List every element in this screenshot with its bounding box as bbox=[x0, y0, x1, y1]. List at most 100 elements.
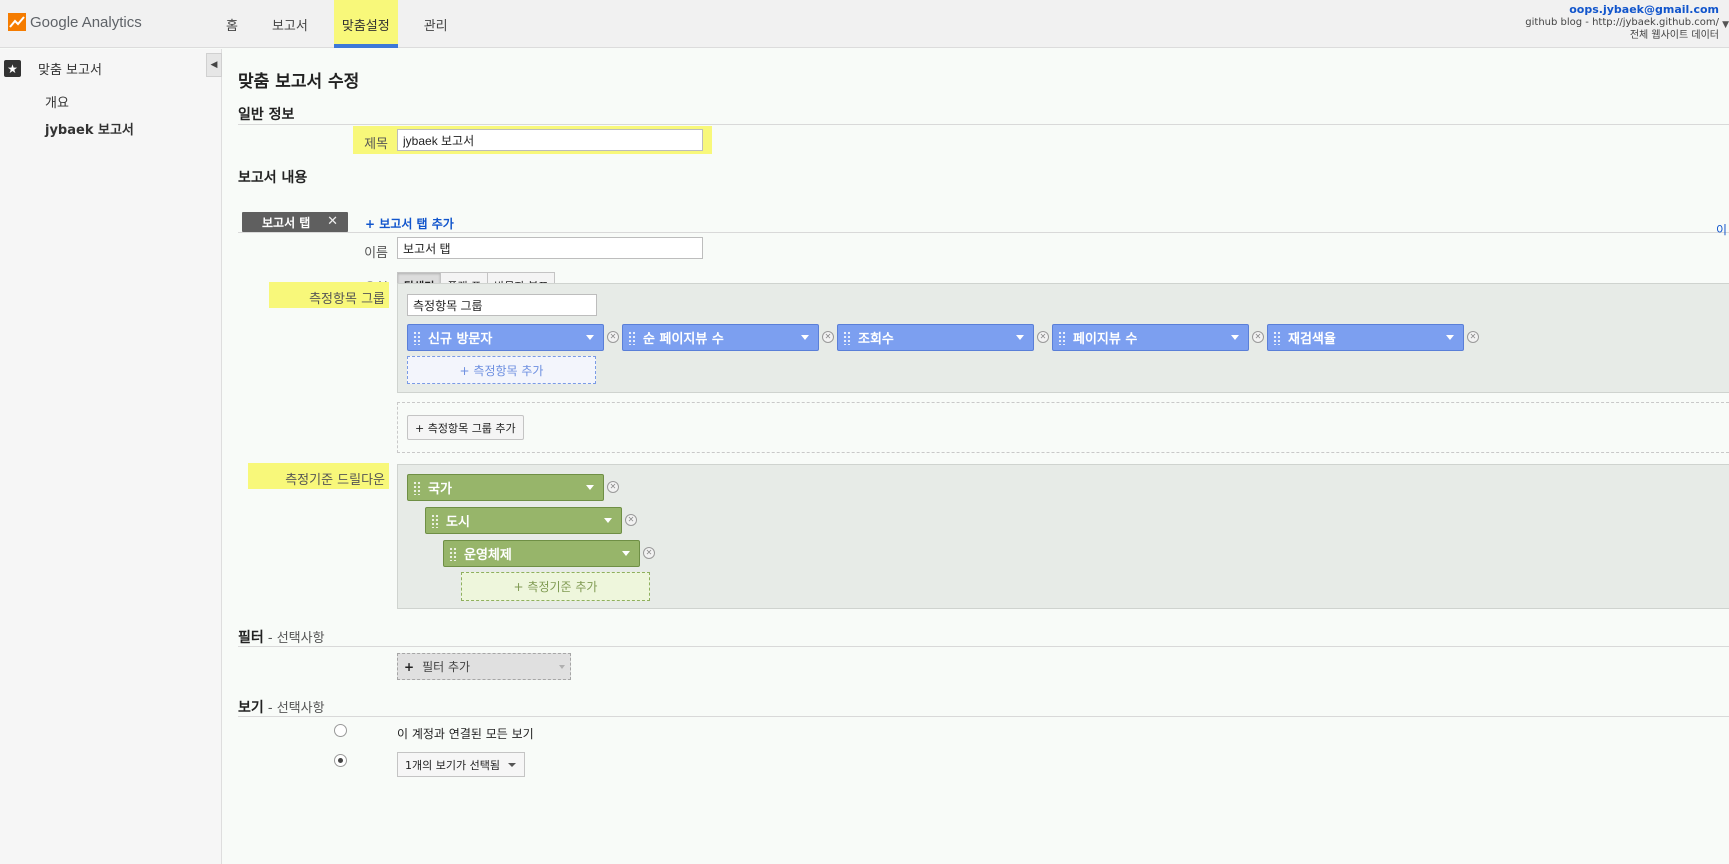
filter-heading-text: 필터 bbox=[238, 630, 264, 646]
sidebar-header[interactable]: ★ 맞춤 보고서 bbox=[4, 59, 102, 78]
chevron-down-icon[interactable] bbox=[604, 518, 612, 523]
remove-icon[interactable]: ✕ bbox=[607, 481, 619, 493]
remove-icon[interactable]: ✕ bbox=[822, 331, 834, 343]
nav-reports-label: 보고서 bbox=[271, 18, 308, 34]
dimension-label: 운영체제 bbox=[464, 548, 512, 563]
metric-group-panel: 신규 방문자 ✕ 순 페이지뷰 수 ✕ 조회수 ✕ 페이지뷰 수 ✕ 재검색율 … bbox=[397, 283, 1729, 393]
remove-icon[interactable]: ✕ bbox=[643, 547, 655, 559]
sidebar: ★ 맞춤 보고서 ◀ 개요 jybaek 보고서 bbox=[0, 49, 222, 864]
nav-admin-label: 관리 bbox=[423, 18, 448, 34]
chevron-down-icon[interactable] bbox=[586, 485, 594, 490]
views-selector-label: 1개의 보기가 선택됨 bbox=[405, 758, 500, 772]
nav-customization[interactable]: 맞춤설정 bbox=[333, 0, 398, 48]
metric-label: 신규 방문자 bbox=[428, 332, 493, 347]
metric-label: 조회수 bbox=[858, 332, 894, 347]
drag-handle-icon[interactable] bbox=[413, 481, 421, 495]
general-info-heading: 일반 정보 bbox=[238, 107, 295, 123]
chevron-down-icon bbox=[559, 665, 565, 669]
sidebar-title: 맞춤 보고서 bbox=[38, 63, 102, 78]
title-input[interactable] bbox=[397, 129, 703, 151]
close-icon[interactable]: ✕ bbox=[327, 214, 338, 229]
chevron-down-icon[interactable] bbox=[1446, 335, 1454, 340]
edge-link[interactable]: 이 bbox=[1716, 221, 1727, 238]
metric-label: 페이지뷰 수 bbox=[1073, 332, 1138, 347]
plus-icon: + bbox=[404, 659, 415, 674]
account-property: github blog - http://jybaek.github.com/ bbox=[1525, 17, 1719, 28]
title-label: 제목 bbox=[364, 137, 388, 152]
google-analytics-logo[interactable]: Google Analytics bbox=[8, 11, 142, 33]
drag-handle-icon[interactable] bbox=[413, 331, 421, 345]
nav-home[interactable]: 홈 bbox=[218, 0, 246, 48]
remove-icon[interactable]: ✕ bbox=[607, 331, 619, 343]
main-content: 맞춤 보고서 수정 일반 정보 제목 보고서 내용 보고서 탭 ✕ + 보고서 … bbox=[222, 49, 1729, 864]
account-email: oops.jybaek@gmail.com bbox=[1569, 3, 1719, 16]
metric-pill-views[interactable]: 조회수 bbox=[837, 324, 1034, 351]
top-bar: Google Analytics 홈 보고서 맞춤설정 관리 oops.jyba… bbox=[0, 0, 1729, 48]
drag-handle-icon[interactable] bbox=[431, 514, 439, 528]
drag-handle-icon[interactable] bbox=[843, 331, 851, 345]
dimension-drilldown-label: 측정기준 드릴다운 bbox=[285, 473, 385, 488]
chevron-down-icon[interactable] bbox=[586, 335, 594, 340]
dimension-drilldown-panel: 국가 ✕ 도시 ✕ 운영체제 ✕ + 측정기준 추가 bbox=[397, 464, 1729, 609]
divider bbox=[238, 716, 1729, 717]
tab-name-input[interactable] bbox=[397, 237, 703, 259]
chevron-down-icon[interactable] bbox=[1016, 335, 1024, 340]
drag-handle-icon[interactable] bbox=[628, 331, 636, 345]
drag-handle-icon[interactable] bbox=[449, 547, 457, 561]
remove-icon[interactable]: ✕ bbox=[625, 514, 637, 526]
dimension-pill-country[interactable]: 국가 bbox=[407, 474, 604, 501]
nav-customization-label: 맞춤설정 bbox=[341, 18, 390, 34]
drag-handle-icon[interactable] bbox=[1273, 331, 1281, 345]
dimension-pill-city[interactable]: 도시 bbox=[425, 507, 622, 534]
dimension-label: 도시 bbox=[446, 515, 470, 530]
add-report-tab-link[interactable]: + 보고서 탭 추가 bbox=[365, 215, 454, 232]
account-selector[interactable]: oops.jybaek@gmail.com github blog - http… bbox=[1525, 3, 1729, 42]
metric-pill-pageviews[interactable]: 페이지뷰 수 bbox=[1052, 324, 1249, 351]
add-filter-button[interactable]: + 필터 추가 bbox=[397, 653, 571, 680]
sidebar-item-overview[interactable]: 개요 bbox=[45, 92, 69, 111]
views-optional-text: - 선택사항 bbox=[263, 701, 325, 716]
metric-pill-new-visitors[interactable]: 신규 방문자 bbox=[407, 324, 604, 351]
dimension-label: 국가 bbox=[428, 482, 452, 497]
all-views-label: 이 계정과 연결된 모든 보기 bbox=[397, 727, 534, 741]
metric-group-name-input[interactable] bbox=[407, 294, 597, 316]
remove-icon[interactable]: ✕ bbox=[1037, 331, 1049, 343]
views-selector[interactable]: 1개의 보기가 선택됨 bbox=[397, 752, 525, 777]
logo-text: Google Analytics bbox=[30, 13, 142, 31]
account-view: 전체 웹사이트 데이터 bbox=[1629, 30, 1719, 41]
views-heading-text: 보기 bbox=[238, 700, 264, 716]
star-icon: ★ bbox=[4, 60, 21, 77]
remove-icon[interactable]: ✕ bbox=[1252, 331, 1264, 343]
report-content-heading: 보고서 내용 bbox=[238, 170, 308, 186]
tab-label: 보고서 탭 bbox=[262, 215, 311, 230]
nav-admin[interactable]: 관리 bbox=[416, 0, 456, 48]
dimension-pill-os[interactable]: 운영체제 bbox=[443, 540, 640, 567]
chevron-down-icon[interactable] bbox=[801, 335, 809, 340]
divider bbox=[238, 232, 1729, 233]
chevron-down-icon[interactable] bbox=[622, 551, 630, 556]
radio-all-views[interactable] bbox=[334, 724, 347, 737]
collapse-arrow-icon[interactable]: ◀ bbox=[206, 53, 222, 77]
tab-report-tab[interactable]: 보고서 탭 ✕ bbox=[242, 212, 348, 232]
metric-group-label: 측정항목 그룹 bbox=[309, 292, 385, 307]
views-heading: 보기 - 선택사항 bbox=[238, 697, 325, 717]
divider bbox=[238, 646, 1729, 647]
page-title: 맞춤 보고서 수정 bbox=[238, 72, 360, 92]
analytics-logo-icon bbox=[8, 13, 26, 31]
metric-pill-unique-pageviews[interactable]: 순 페이지뷰 수 bbox=[622, 324, 819, 351]
add-metric-button[interactable]: + 측정항목 추가 bbox=[407, 356, 596, 384]
add-filter-label: 필터 추가 bbox=[422, 660, 471, 674]
sidebar-item-jybaek-report[interactable]: jybaek 보고서 bbox=[45, 119, 134, 138]
add-dimension-button[interactable]: + 측정기준 추가 bbox=[461, 572, 650, 601]
chevron-down-icon[interactable] bbox=[1231, 335, 1239, 340]
nav-reports[interactable]: 보고서 bbox=[264, 0, 316, 48]
radio-selected-views[interactable] bbox=[334, 754, 347, 767]
add-metric-group-button[interactable]: + 측정항목 그룹 추가 bbox=[407, 415, 524, 440]
metric-label: 순 페이지뷰 수 bbox=[643, 332, 724, 347]
account-dropdown-icon[interactable]: ▼ bbox=[1722, 19, 1729, 32]
metric-pill-research-rate[interactable]: 재검색율 bbox=[1267, 324, 1464, 351]
filter-heading: 필터 - 선택사항 bbox=[238, 627, 325, 647]
metric-label: 재검색율 bbox=[1288, 332, 1336, 347]
remove-icon[interactable]: ✕ bbox=[1467, 331, 1479, 343]
drag-handle-icon[interactable] bbox=[1058, 331, 1066, 345]
